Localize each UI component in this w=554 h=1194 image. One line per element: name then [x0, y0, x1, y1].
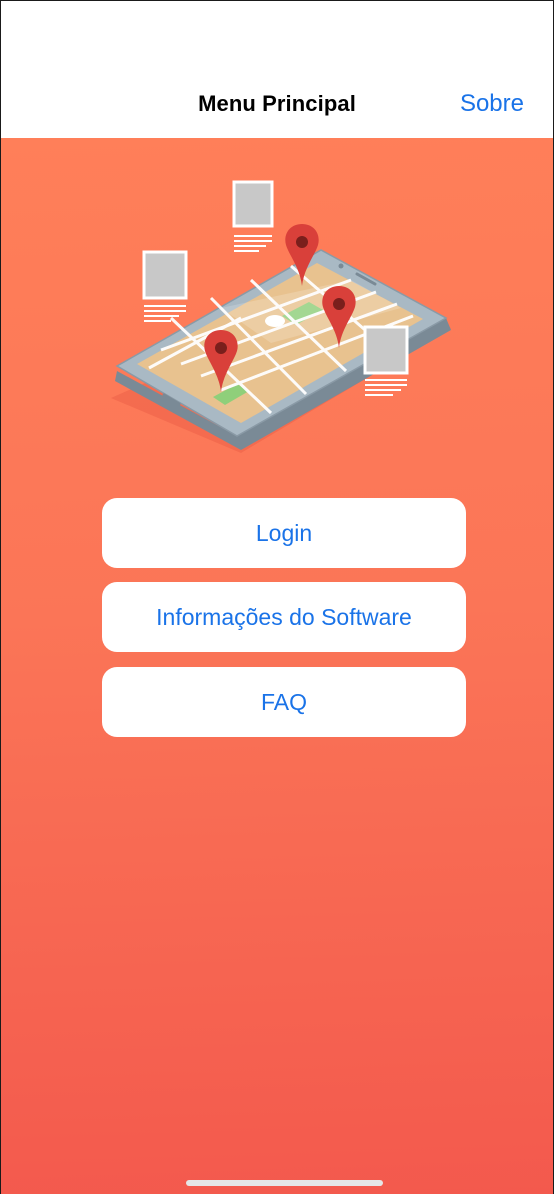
about-button[interactable]: Sobre — [460, 90, 524, 118]
login-button[interactable]: Login — [102, 498, 466, 568]
phone-map-illustration — [111, 180, 451, 453]
main-content: Login Informações do Software FAQ — [1, 138, 553, 1194]
info-card-right — [363, 325, 409, 396]
faq-button[interactable]: FAQ — [102, 667, 466, 737]
app-screen: Menu Principal Sobre Login Informações d… — [0, 0, 554, 1194]
navigation-bar: Menu Principal Sobre — [1, 1, 553, 138]
info-card-top — [232, 180, 274, 252]
info-card-left — [142, 250, 188, 322]
home-indicator[interactable] — [186, 1180, 383, 1186]
software-info-button[interactable]: Informações do Software — [102, 582, 466, 652]
